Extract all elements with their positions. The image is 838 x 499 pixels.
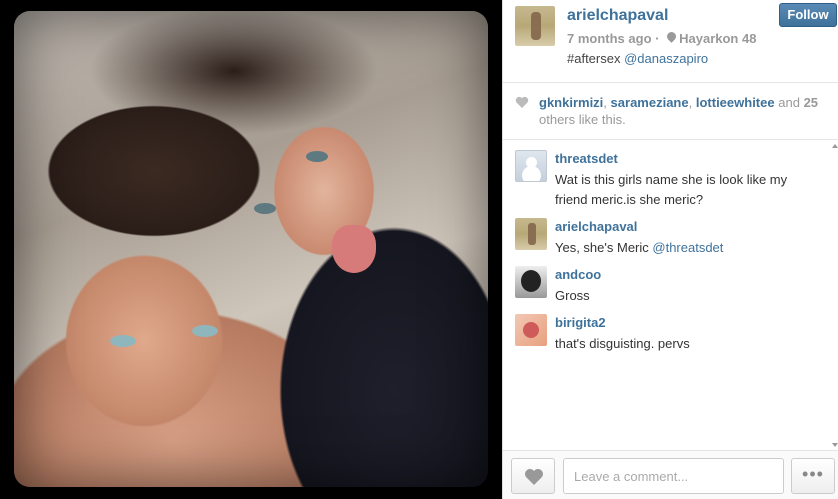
liker-name[interactable]: lottieewhitee: [696, 95, 775, 110]
post-header: arielchapaval 7 months ago · Hayarkon 48…: [503, 0, 838, 83]
scroll-up-arrow-icon[interactable]: [832, 144, 838, 148]
location-pin-icon: [667, 32, 676, 44]
comment-body: Yes, she's Meric: [555, 240, 649, 255]
photo-detail: [332, 225, 376, 273]
comment-username[interactable]: arielchapaval: [555, 219, 637, 234]
heart-icon: [515, 96, 529, 108]
likes-section: gknkirmizi, sarameziane, lottieewhitee a…: [503, 84, 838, 140]
like-button[interactable]: [511, 458, 555, 494]
comments-list[interactable]: threatsdet Wat is this girls name she is…: [503, 141, 838, 450]
post-side-panel: arielchapaval 7 months ago · Hayarkon 48…: [502, 0, 838, 499]
comment-input[interactable]: [563, 458, 784, 494]
likes-text: gknkirmizi, sarameziane, lottieewhitee a…: [539, 94, 829, 128]
commenter-avatar[interactable]: [515, 266, 547, 298]
comment-text: Gross: [555, 286, 817, 306]
post-caption: #aftersex @danaszapiro: [567, 51, 708, 66]
comment-body: Gross: [555, 288, 590, 303]
photo-detail: [306, 151, 328, 162]
photo-pane: [0, 0, 502, 499]
commenter-avatar[interactable]: [515, 150, 547, 182]
liker-name[interactable]: gknkirmizi: [539, 95, 603, 110]
commenter-avatar[interactable]: [515, 218, 547, 250]
caption-mention[interactable]: @danaszapiro: [624, 51, 708, 66]
follow-button[interactable]: Follow: [779, 3, 837, 27]
post-meta: 7 months ago · Hayarkon 48: [567, 31, 756, 46]
likes-suffix: others like this.: [539, 112, 626, 127]
comment-mention[interactable]: @threatsdet: [652, 240, 723, 255]
likes-and: and: [778, 95, 800, 110]
instagram-post-viewer: arielchapaval 7 months ago · Hayarkon 48…: [0, 0, 838, 499]
caption-hashtag[interactable]: #aftersex: [567, 51, 620, 66]
meta-separator: ·: [655, 31, 660, 46]
liker-name[interactable]: sarameziane: [611, 95, 689, 110]
comment-username[interactable]: birigita2: [555, 315, 606, 330]
photo-detail: [110, 335, 136, 347]
comment-username[interactable]: andcoo: [555, 267, 601, 282]
comment-text: Yes, she's Meric @threatsdet: [555, 238, 817, 258]
comment-text: that's disguisting. pervs: [555, 334, 817, 354]
post-time[interactable]: 7 months ago: [567, 31, 652, 46]
comment-body: Wat is this girls name she is look like …: [555, 172, 788, 207]
scroll-down-arrow-icon[interactable]: [832, 443, 838, 447]
comment-username[interactable]: threatsdet: [555, 151, 618, 166]
heart-icon: [525, 469, 543, 485]
post-location[interactable]: Hayarkon 48: [679, 31, 756, 46]
likes-separator: ,: [603, 95, 607, 110]
comment-text: Wat is this girls name she is look like …: [555, 170, 817, 210]
photo-detail: [192, 325, 218, 337]
owner-avatar[interactable]: [515, 6, 555, 46]
commenter-avatar[interactable]: [515, 314, 547, 346]
post-photo[interactable]: [14, 11, 488, 487]
comment-footer: •••: [503, 450, 838, 499]
comments-scrollbar[interactable]: [831, 144, 838, 447]
more-options-button[interactable]: •••: [791, 458, 835, 494]
comment-body: that's disguisting. pervs: [555, 336, 690, 351]
likes-count[interactable]: 25: [804, 95, 818, 110]
photo-detail: [254, 203, 276, 214]
likes-separator: ,: [688, 95, 693, 110]
owner-username[interactable]: arielchapaval: [567, 7, 668, 25]
